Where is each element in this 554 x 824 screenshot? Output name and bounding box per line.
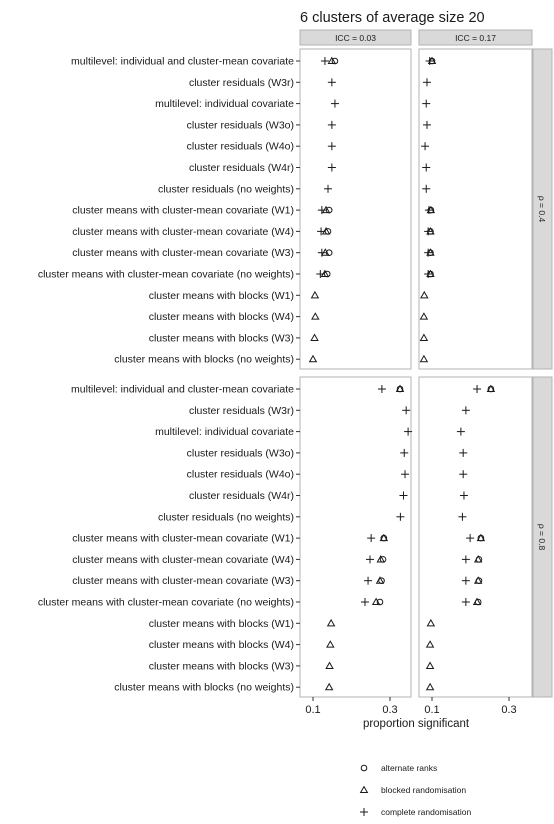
legend-label-complete: complete randomisation — [381, 807, 472, 817]
y-tick-label: multilevel: individual and cluster-mean … — [71, 384, 294, 396]
y-tick-label: cluster means with cluster-mean covariat… — [72, 533, 294, 545]
y-tick-label: multilevel: individual covariate — [155, 426, 294, 438]
panel-1-1 — [418, 376, 533, 698]
panel-0-1 — [418, 48, 533, 370]
y-tick-label: cluster residuals (W3r) — [189, 405, 294, 417]
y-tick-label: cluster means with cluster-mean covariat… — [38, 269, 294, 281]
y-tick-label: multilevel: individual and cluster-mean … — [71, 56, 294, 68]
legend: alternate ranks blocked randomisation comp… — [359, 763, 472, 817]
y-tick-label: cluster residuals (W4o) — [187, 141, 294, 153]
panel-0-0 — [299, 48, 412, 370]
chart: 6 clusters of average size 20 ICC = 0.03… — [38, 10, 553, 817]
y-tick-label: cluster residuals (W3o) — [187, 119, 294, 131]
y-tick-label: cluster means with blocks (W1) — [149, 618, 294, 630]
y-tick-label: cluster means with cluster-mean covariat… — [38, 597, 294, 609]
y-tick-label: cluster means with blocks (no weights) — [114, 354, 294, 366]
column-strip-label-1: ICC = 0.17 — [455, 33, 496, 43]
column-facet-strips: ICC = 0.03 ICC = 0.17 — [299, 29, 533, 46]
y-tick-label: cluster residuals (W4r) — [189, 162, 294, 174]
y-tick-label: cluster residuals (W3o) — [187, 447, 294, 459]
y-axis-labels: multilevel: individual and cluster-mean … — [38, 56, 300, 694]
legend-label-blocked: blocked randomisation — [381, 785, 466, 795]
row-strip-label-0: ρ = 0.4 — [537, 196, 547, 223]
y-tick-label: cluster means with cluster-mean covariat… — [72, 575, 294, 587]
x-tick-label: 0.3 — [501, 704, 516, 716]
x-tick-label: 0.3 — [382, 704, 397, 716]
y-tick-label: cluster means with blocks (no weights) — [114, 682, 294, 694]
row-facet-strips: ρ = 0.4 ρ = 0.8 — [532, 48, 553, 698]
y-tick-label: multilevel: individual covariate — [155, 98, 294, 110]
y-tick-label: cluster means with cluster-mean covariat… — [72, 554, 294, 566]
y-tick-label: cluster means with blocks (W4) — [149, 639, 294, 651]
legend-label-alternate: alternate ranks — [381, 763, 437, 773]
x-axis: 0.1 0.3 0.1 0.3 — [305, 697, 517, 716]
y-tick-label: cluster means with cluster-mean covariat… — [72, 247, 294, 259]
y-tick-label: cluster residuals (no weights) — [158, 511, 294, 523]
legend-key-complete — [360, 808, 368, 816]
chart-title: 6 clusters of average size 20 — [300, 10, 485, 26]
y-tick-label: cluster residuals (W3r) — [189, 77, 294, 89]
x-tick-label: 0.1 — [424, 704, 439, 716]
legend-key-alternate — [360, 764, 368, 772]
panel-1-0 — [299, 376, 412, 698]
y-tick-label: cluster means with blocks (W3) — [149, 660, 294, 672]
y-tick-label: cluster means with blocks (W4) — [149, 311, 294, 323]
legend-key-blocked — [359, 785, 369, 794]
y-tick-label: cluster means with blocks (W3) — [149, 332, 294, 344]
row-strip-label-1: ρ = 0.8 — [537, 524, 547, 551]
y-tick-label: cluster residuals (W4r) — [189, 490, 294, 502]
column-strip-label-0: ICC = 0.03 — [335, 33, 376, 43]
y-tick-label: cluster residuals (W4o) — [187, 469, 294, 481]
y-tick-label: cluster means with cluster-mean covariat… — [72, 226, 294, 238]
x-tick-label: 0.1 — [305, 704, 320, 716]
y-tick-label: cluster means with blocks (W1) — [149, 290, 294, 302]
y-tick-label: cluster residuals (no weights) — [158, 183, 294, 195]
y-tick-label: cluster means with cluster-mean covariat… — [72, 205, 294, 217]
x-axis-title: proportion significant — [363, 718, 470, 730]
